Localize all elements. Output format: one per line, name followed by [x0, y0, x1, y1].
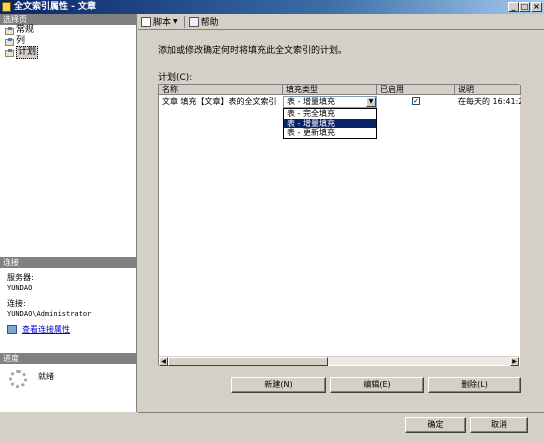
column-header-fill-type[interactable]: 填充类型: [283, 85, 377, 95]
page-icon: [5, 48, 14, 57]
left-panel: 选择页 常规列计划 连接 服务器: YUNDAO 连接: YUNDAO\Admi…: [0, 14, 137, 412]
view-connection-properties-link[interactable]: 查看连接属性: [22, 324, 70, 335]
delete-button[interactable]: 删除(L): [428, 377, 521, 393]
row-description: 在每天的 16:41:20: [458, 97, 521, 106]
connection-info: 服务器: YUNDAO 连接: YUNDAO\Administrator 查看连…: [0, 273, 136, 335]
column-header-name[interactable]: 名称: [159, 85, 283, 95]
scroll-thumb[interactable]: [168, 357, 328, 366]
help-button[interactable]: 帮助: [188, 15, 219, 28]
fill-type-dropdown-list: 表 - 完全填充表 - 增量填充表 - 更新填充: [283, 108, 377, 139]
close-button[interactable]: ×: [531, 2, 542, 12]
toolbar-separator: [183, 15, 185, 28]
page-item[interactable]: 计划: [0, 46, 136, 59]
column-header-description[interactable]: 说明: [455, 85, 521, 95]
connection-properties-icon: [7, 324, 17, 334]
row-enabled-checkbox[interactable]: ✓: [412, 97, 420, 105]
progress-status: 就绪: [38, 372, 54, 381]
progress-spinner-icon: [9, 370, 27, 388]
help-label: 帮助: [200, 18, 219, 28]
cancel-button[interactable]: 取消: [470, 417, 528, 433]
page-item-label: 常规: [16, 25, 35, 35]
connection-header: 连接: [0, 257, 136, 268]
page-item[interactable]: 常规: [0, 25, 136, 36]
page-icon: [5, 26, 14, 35]
connection-value: YUNDAO\Administrator: [7, 310, 92, 318]
title-bar[interactable]: 全文索引属性 - 文章 _ □ ×: [0, 0, 544, 14]
help-icon: [188, 16, 199, 27]
row-name: 文章 填充【文章】表的全文索引: [162, 97, 277, 106]
page-list: 常规列计划: [0, 25, 136, 59]
scroll-right-icon[interactable]: ▶: [510, 357, 519, 366]
script-button[interactable]: 脚本 ▼: [141, 15, 178, 28]
server-value: YUNDAO: [7, 284, 33, 292]
page-description: 添加或修改确定何时将填充此全文索引的计划。: [158, 46, 348, 56]
maximize-button[interactable]: □: [519, 2, 530, 12]
edit-button[interactable]: 编辑(E): [330, 377, 424, 393]
window-title: 全文索引属性 - 文章: [14, 2, 97, 12]
fill-type-combo[interactable]: 表 - 增量填充 ▼: [283, 96, 377, 108]
view-connection-properties[interactable]: 查看连接属性: [7, 323, 136, 335]
chevron-down-icon[interactable]: ▼: [366, 97, 376, 107]
ok-button[interactable]: 确定: [405, 417, 466, 433]
horizontal-scrollbar[interactable]: ◀ ▶: [159, 356, 519, 366]
page-item-label: 计划: [16, 46, 39, 59]
column-header-enabled[interactable]: 已启用: [377, 85, 455, 95]
dropdown-option[interactable]: 表 - 增量填充: [284, 118, 376, 128]
chevron-down-icon: ▼: [173, 18, 178, 25]
toolbar: 脚本 ▼ 帮助: [138, 14, 544, 30]
page-icon: [5, 37, 14, 46]
window-icon: [2, 2, 11, 12]
new-button[interactable]: 新建(N): [231, 377, 326, 393]
dropdown-option[interactable]: 表 - 完全填充: [284, 109, 376, 119]
script-label: 脚本: [153, 18, 172, 28]
connection-label: 连接:: [7, 299, 26, 308]
minimize-button[interactable]: _: [508, 2, 519, 12]
select-page-header: 选择页: [0, 14, 136, 25]
script-icon: [141, 16, 151, 27]
server-label: 服务器:: [7, 273, 34, 282]
fill-type-value: 表 - 增量填充: [287, 97, 335, 106]
divider: [138, 412, 544, 413]
schedules-label: 计划(C):: [158, 73, 193, 83]
progress-header: 进度: [0, 353, 136, 364]
dropdown-option[interactable]: 表 - 更新填充: [284, 128, 376, 138]
scroll-left-icon[interactable]: ◀: [159, 357, 168, 366]
schedules-grid[interactable]: 名称 填充类型 已启用 说明 文章 填充【文章】表的全文索引 ✓ 在每天的 16…: [158, 84, 521, 366]
